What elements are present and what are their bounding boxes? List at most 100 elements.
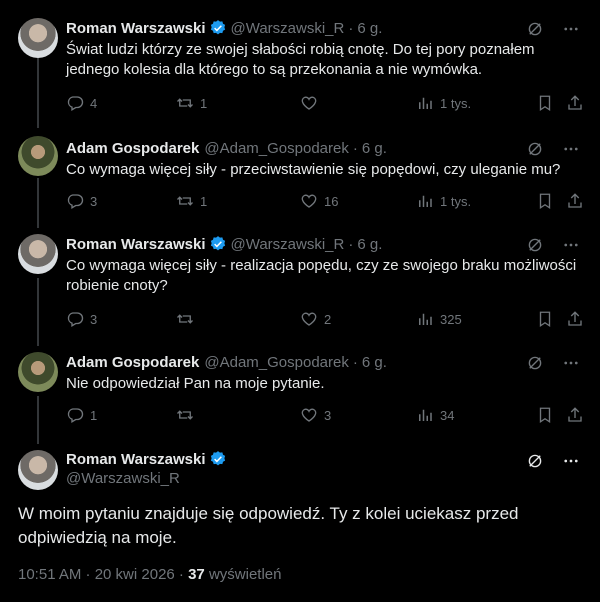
bookmark-icon [536,192,554,210]
views-button[interactable]: 34 [416,406,454,424]
reply-button[interactable]: 3 [66,310,97,328]
tweet-1[interactable]: Roman Warszawski @Warszawski_R · 6 g. Św… [0,14,600,124]
author-handle[interactable]: @Warszawski_R [231,20,345,37]
share-button[interactable] [566,310,584,328]
repost-count: 1 [200,95,208,111]
grok-icon[interactable] [526,140,544,158]
thread-line [37,178,39,228]
avatar[interactable] [18,450,58,490]
tweet-header: Adam Gospodarek @Adam_Gospodarek · 6 g. [66,352,387,372]
views-icon [416,310,434,328]
reply-button[interactable]: 4 [66,94,97,112]
tweet-meta: 10:51 AM · 20 kwi 2026 · 37 wyświetleń [18,566,281,583]
avatar[interactable] [18,136,58,176]
like-count: 2 [324,311,332,327]
author-name[interactable]: Roman Warszawski [66,451,206,468]
tweet-top-icons [526,20,580,38]
timestamp[interactable]: 6 g. [362,140,387,157]
like-button[interactable]: 2 [300,310,331,328]
tweet-header: Roman Warszawski @Warszawski_R · 6 g. [66,18,382,38]
reply-icon [66,310,84,328]
repost-button[interactable] [176,310,200,328]
more-icon[interactable] [562,236,580,254]
timestamp[interactable]: 6 g. [357,20,382,37]
reply-button[interactable]: 3 [66,192,97,210]
author-name[interactable]: Roman Warszawski [66,20,206,37]
repost-icon [176,406,194,424]
repost-button[interactable]: 1 [176,94,207,112]
more-icon[interactable] [562,452,580,470]
bookmark-button[interactable] [536,310,554,328]
tweet-2[interactable]: Adam Gospodarek @Adam_Gospodarek · 6 g. … [0,124,600,228]
tweet-actions: 3 1 16 1 tys. [66,192,584,212]
author-name[interactable]: Adam Gospodarek [66,140,199,157]
thread-line [37,278,39,346]
share-icon [566,406,584,424]
like-icon [300,94,318,112]
views-count: 325 [440,311,462,327]
main-tweet-text: W moim pytaniu znajduje się odpowiedź. T… [18,504,519,547]
grok-icon[interactable] [526,236,544,254]
separator: · [352,353,358,371]
grok-icon[interactable] [526,354,544,372]
repost-button[interactable] [176,406,200,424]
repost-count: 1 [200,193,208,209]
like-button[interactable] [300,94,324,112]
repost-button[interactable]: 1 [176,192,207,210]
more-icon[interactable] [562,20,580,38]
more-icon[interactable] [562,140,580,158]
bookmark-button[interactable] [536,192,554,210]
repost-icon [176,310,194,328]
views-button[interactable]: 1 tys. [416,192,471,210]
views-button[interactable]: 325 [416,310,462,328]
timestamp[interactable]: 10:51 AM · 20 kwi 2026 · [18,566,188,583]
tweet-header: Adam Gospodarek @Adam_Gospodarek · 6 g. [66,138,387,158]
grok-icon[interactable] [526,452,544,470]
like-count: 3 [324,407,332,423]
views-label: wyświetleń [208,566,282,583]
views-count: 37 [188,566,205,583]
author-handle[interactable]: @Warszawski_R [231,236,345,253]
author-name[interactable]: Roman Warszawski [66,236,206,253]
tweet-text: Co wymaga więcej siły - realizacja popęd… [66,257,577,294]
avatar[interactable] [18,234,58,274]
like-button[interactable]: 3 [300,406,331,424]
grok-icon[interactable] [526,20,544,38]
thread-line [37,58,39,124]
bookmark-button[interactable] [536,406,554,424]
bookmark-icon [536,406,554,424]
like-button[interactable]: 16 [300,192,338,210]
reply-count: 4 [90,95,98,111]
verified-icon [209,19,227,37]
repost-icon [176,94,194,112]
repost-icon [176,192,194,210]
author-handle[interactable]: @Adam_Gospodarek [204,354,348,371]
share-icon [566,310,584,328]
reply-button[interactable]: 1 [66,406,97,424]
views-button[interactable]: 1 tys. [416,94,471,112]
reply-count: 3 [90,193,98,209]
timestamp[interactable]: 6 g. [357,236,382,253]
more-icon[interactable] [562,354,580,372]
timestamp[interactable]: 6 g. [362,354,387,371]
share-button[interactable] [566,94,584,112]
author-handle[interactable]: @Warszawski_R [66,470,180,487]
separator: · [348,19,354,37]
separator: · [348,235,354,253]
tweet-actions: 4 1 1 tys. [66,94,584,114]
author-handle[interactable]: @Adam_Gospodarek [204,140,348,157]
tweet-text: Świat ludzi którzy ze swojej słabości ro… [66,41,535,78]
avatar[interactable] [18,18,58,58]
reply-count: 1 [90,407,98,423]
share-button[interactable] [566,406,584,424]
share-button[interactable] [566,192,584,210]
author-name[interactable]: Adam Gospodarek [66,354,199,371]
thread-line [37,124,39,128]
bookmark-button[interactable] [536,94,554,112]
like-icon [300,192,318,210]
separator: · [352,139,358,157]
avatar[interactable] [18,352,58,392]
tweet-text: Nie odpowiedział Pan na moje pytanie. [66,375,325,392]
tweet-3[interactable]: Roman Warszawski @Warszawski_R · 6 g. Co… [0,232,600,346]
tweet-4[interactable]: Adam Gospodarek @Adam_Gospodarek · 6 g. … [0,350,600,444]
